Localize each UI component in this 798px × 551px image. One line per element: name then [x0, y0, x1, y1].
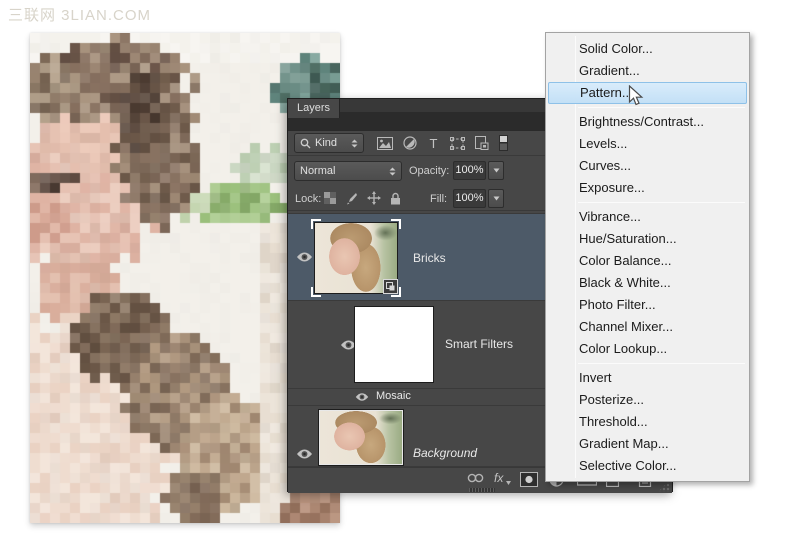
lock-all-icon[interactable] — [390, 192, 401, 205]
visibility-eye-icon[interactable] — [355, 392, 369, 402]
menu-item-color-balance[interactable]: Color Balance... — [546, 250, 749, 272]
chevron-down-icon — [493, 168, 500, 173]
menu-separator — [578, 107, 745, 108]
adjustment-layer-filter-icon[interactable] — [403, 136, 417, 150]
watermark: 三联网 3LIAN.COM — [8, 4, 151, 25]
menu-item-vibrance[interactable]: Vibrance... — [546, 206, 749, 228]
visibility-eye-icon[interactable] — [296, 448, 313, 460]
type-layer-filter-icon[interactable]: T — [427, 137, 440, 150]
menu-item-posterize[interactable]: Posterize... — [546, 389, 749, 411]
filter-toggle-switch[interactable] — [499, 135, 508, 151]
menu-item-color-lookup[interactable]: Color Lookup... — [546, 338, 749, 360]
photoshop-tutorial-screenshot: 三联网 3LIAN.COM Layers Kind — [0, 0, 798, 551]
shape-layer-filter-icon[interactable] — [450, 137, 465, 150]
opacity-dropdown-button[interactable] — [488, 161, 504, 180]
blend-mode-dropdown[interactable]: Normal — [294, 161, 402, 181]
lock-position-icon[interactable] — [367, 191, 381, 205]
chevron-down-icon — [493, 196, 500, 201]
new-adjustment-layer-menu: Solid Color...Gradient...Pattern... Brigh… — [545, 32, 750, 482]
menu-item-brightness-contrast[interactable]: Brightness/Contrast... — [546, 111, 749, 133]
menu-item-selective-color[interactable]: Selective Color... — [546, 455, 749, 477]
search-icon — [300, 138, 311, 149]
lock-paint-icon[interactable] — [345, 192, 358, 205]
svg-text:T: T — [430, 137, 438, 150]
menu-separator — [578, 363, 745, 364]
add-layer-mask-icon[interactable] — [520, 472, 538, 487]
menu-item-photo-filter[interactable]: Photo Filter... — [546, 294, 749, 316]
blend-mode-value: Normal — [300, 165, 335, 177]
fill-label: Fill: — [430, 193, 447, 205]
panel-drag-grip[interactable] — [469, 488, 495, 492]
lock-transparency-icon[interactable] — [324, 192, 336, 204]
layer-name[interactable]: Background — [413, 446, 477, 460]
mouse-cursor — [628, 85, 644, 107]
chevron-down-icon — [506, 481, 511, 485]
menu-item-hue-saturation[interactable]: Hue/Saturation... — [546, 228, 749, 250]
filter-name[interactable]: Mosaic — [376, 390, 411, 402]
menu-item-exposure[interactable]: Exposure... — [546, 177, 749, 199]
filter-kind-label: Kind — [315, 137, 337, 149]
menu-item-black-white[interactable]: Black & White... — [546, 272, 749, 294]
menu-item-gradient[interactable]: Gradient... — [546, 60, 749, 82]
fill-dropdown-button[interactable] — [488, 189, 504, 208]
link-layers-icon[interactable] — [467, 472, 484, 484]
menu-item-levels[interactable]: Levels... — [546, 133, 749, 155]
menu-item-gradient-map[interactable]: Gradient Map... — [546, 433, 749, 455]
lock-label: Lock: — [295, 193, 321, 205]
menu-item-invert[interactable]: Invert — [546, 367, 749, 389]
tab-layers[interactable]: Layers — [288, 99, 340, 118]
layer-name[interactable]: Bricks — [413, 251, 446, 265]
filter-mask-thumbnail[interactable] — [354, 306, 434, 383]
smart-object-badge — [383, 279, 398, 294]
menu-item-channel-mixer[interactable]: Channel Mixer... — [546, 316, 749, 338]
layer-name[interactable]: Smart Filters — [445, 337, 513, 351]
layer-thumbnail[interactable] — [319, 410, 403, 465]
layer-thumbnail[interactable] — [314, 222, 398, 294]
smart-object-filter-icon[interactable] — [475, 136, 489, 150]
pixel-layer-filter-icon[interactable] — [377, 137, 393, 150]
spinner-arrows-icon — [389, 167, 396, 176]
spinner-arrows-icon — [351, 139, 358, 148]
menu-separator — [578, 202, 745, 203]
visibility-eye-icon[interactable] — [296, 251, 313, 263]
menu-item-solid-color[interactable]: Solid Color... — [546, 38, 749, 60]
menu-item-threshold[interactable]: Threshold... — [546, 411, 749, 433]
fill-value[interactable]: 100% — [453, 189, 486, 208]
layer-style-icon[interactable]: fx — [494, 471, 503, 485]
menu-item-pattern[interactable]: Pattern... — [548, 82, 747, 104]
menu-item-curves[interactable]: Curves... — [546, 155, 749, 177]
filter-kind-dropdown[interactable]: Kind — [294, 133, 364, 153]
opacity-label: Opacity: — [409, 165, 449, 177]
opacity-value[interactable]: 100% — [453, 161, 486, 180]
